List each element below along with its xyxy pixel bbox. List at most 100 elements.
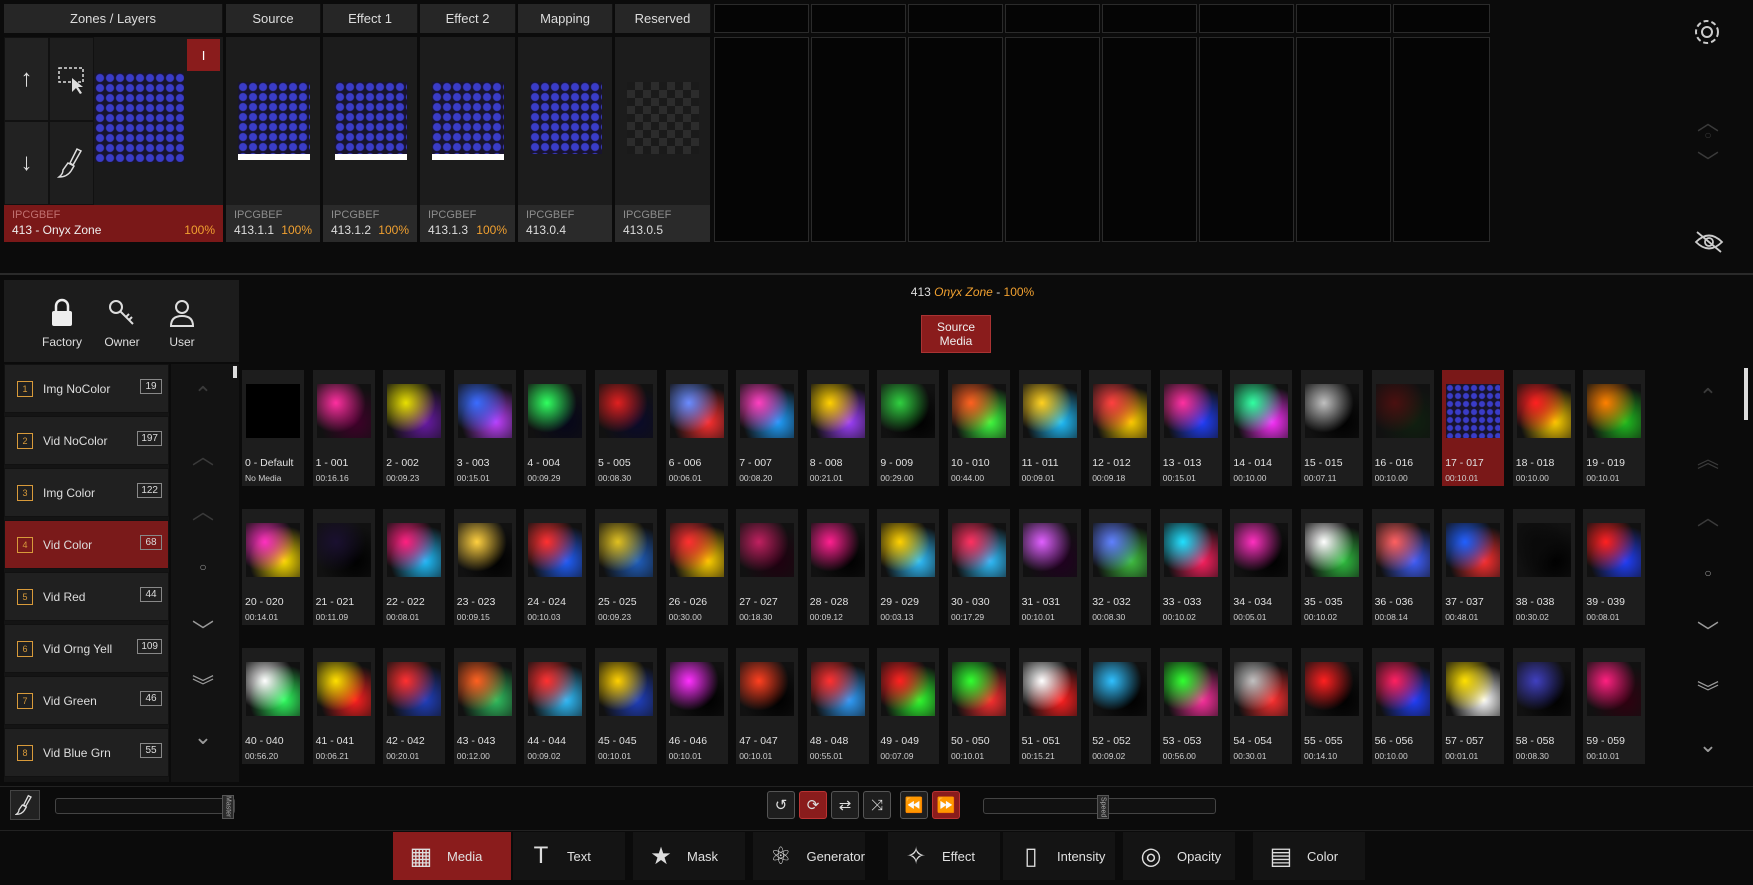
- media-tile[interactable]: 0 - Default No Media: [242, 370, 304, 486]
- layer-lane[interactable]: IPCGBEF 413.0.4: [518, 37, 613, 242]
- fast-forward-icon[interactable]: ⏩: [932, 791, 960, 819]
- media-tile[interactable]: 30 - 030 00:17.29: [948, 509, 1010, 625]
- folder-item[interactable]: 2 Vid NoColor 197: [4, 416, 169, 465]
- header-reserved[interactable]: Reserved: [615, 4, 711, 33]
- zone-footer[interactable]: IPCGBEF 413 - Onyx Zone 100%: [4, 205, 223, 242]
- media-tile[interactable]: 59 - 059 00:10.01: [1583, 648, 1646, 764]
- media-tile[interactable]: 7 - 007 00:08.20: [736, 370, 799, 486]
- media-tile[interactable]: 10 - 010 00:44.00: [948, 370, 1010, 486]
- layer-lane[interactable]: IPCGBEF 413.1.2 100%: [323, 37, 418, 242]
- media-tile[interactable]: 12 - 012 00:09.18: [1089, 370, 1152, 486]
- media-tile[interactable]: 35 - 035 00:10.02: [1301, 509, 1363, 625]
- arrow-up-icon[interactable]: ↑: [4, 37, 49, 121]
- tab-generator[interactable]: ⚛ Generator: [753, 832, 865, 880]
- layer-lane[interactable]: IPCGBEF 413.1.1 100%: [226, 37, 321, 242]
- media-tile[interactable]: 2 - 002 00:09.23: [383, 370, 446, 486]
- media-tile[interactable]: 9 - 009 00:29.00: [877, 370, 940, 486]
- brush-icon[interactable]: [49, 121, 94, 205]
- media-tile[interactable]: 50 - 050 00:10.01: [948, 648, 1010, 764]
- media-tile[interactable]: 27 - 027 00:18.30: [736, 509, 799, 625]
- media-tile[interactable]: 8 - 008 00:21.01: [806, 370, 869, 486]
- master-slider-handle[interactable]: Master: [222, 795, 234, 819]
- media-tile[interactable]: 38 - 038 00:30.02: [1512, 509, 1575, 625]
- media-tile[interactable]: 23 - 023 00:09.15: [453, 509, 516, 625]
- chevron-down-end-icon[interactable]: ⌄: [183, 724, 223, 750]
- media-tile[interactable]: 25 - 025 00:09.23: [595, 509, 657, 625]
- media-tile[interactable]: 39 - 039 00:08.01: [1583, 509, 1646, 625]
- tab-effect[interactable]: ✧ Effect: [888, 832, 1000, 880]
- media-tile[interactable]: 42 - 042 00:20.01: [383, 648, 446, 764]
- media-tile[interactable]: 54 - 054 00:30.01: [1230, 648, 1293, 764]
- media-tile[interactable]: 56 - 056 00:10.00: [1371, 648, 1434, 764]
- media-tile[interactable]: 24 - 024 00:10.03: [524, 509, 587, 625]
- media-tile[interactable]: 49 - 049 00:07.09: [877, 648, 940, 764]
- library-factory[interactable]: Factory: [32, 294, 92, 358]
- media-tile[interactable]: 43 - 043 00:12.00: [453, 648, 516, 764]
- media-tile[interactable]: 58 - 058 00:08.30: [1512, 648, 1575, 764]
- folder-item[interactable]: 4 Vid Color 68: [4, 520, 169, 569]
- media-tile[interactable]: 33 - 033 00:10.02: [1159, 509, 1222, 625]
- media-tile[interactable]: 21 - 021 00:11.09: [312, 509, 375, 625]
- source-media-button[interactable]: Source Media: [921, 315, 991, 353]
- folder-item[interactable]: 6 Vid Orng Yell 109: [4, 624, 169, 673]
- shuffle-icon[interactable]: ⤨: [863, 791, 891, 819]
- media-tile[interactable]: 18 - 018 00:10.00: [1512, 370, 1575, 486]
- media-tile[interactable]: 13 - 013 00:15.01: [1159, 370, 1222, 486]
- folder-item[interactable]: 1 Img NoColor 19: [4, 364, 169, 413]
- media-tile[interactable]: 26 - 026 00:30.00: [665, 509, 728, 625]
- media-tile[interactable]: 22 - 022 00:08.01: [383, 509, 446, 625]
- chevron-up-end-icon[interactable]: ⌃: [1688, 384, 1728, 410]
- loop-icon[interactable]: ⟳: [799, 791, 827, 819]
- media-tile[interactable]: 46 - 046 00:10.01: [665, 648, 728, 764]
- tab-opacity[interactable]: ◎ Opacity: [1123, 832, 1235, 880]
- media-tile[interactable]: 53 - 053 00:56.00: [1159, 648, 1222, 764]
- media-tile[interactable]: 40 - 040 00:56.20: [242, 648, 304, 764]
- library-user[interactable]: User: [152, 294, 212, 358]
- select-area-icon[interactable]: [49, 37, 94, 121]
- scrollbar-thumb[interactable]: [1744, 368, 1748, 420]
- media-tile[interactable]: 34 - 034 00:05.01: [1230, 509, 1293, 625]
- media-tile[interactable]: 52 - 052 00:09.02: [1089, 648, 1152, 764]
- scrollbar-thumb[interactable]: [233, 366, 237, 378]
- media-tile[interactable]: 1 - 001 00:16.16: [312, 370, 375, 486]
- media-tile[interactable]: 31 - 031 00:10.01: [1018, 509, 1081, 625]
- media-tile[interactable]: 47 - 047 00:10.01: [736, 648, 799, 764]
- media-tile[interactable]: 3 - 003 00:15.01: [453, 370, 516, 486]
- media-tile[interactable]: 19 - 019 00:10.01: [1583, 370, 1646, 486]
- media-tile[interactable]: 55 - 055 00:14.10: [1301, 648, 1363, 764]
- media-tile[interactable]: 14 - 014 00:10.00: [1230, 370, 1293, 486]
- library-owner[interactable]: Owner: [92, 294, 152, 358]
- tab-color[interactable]: ▤ Color: [1253, 832, 1365, 880]
- rewind-icon[interactable]: ⏪: [900, 791, 928, 819]
- tab-mask[interactable]: ★ Mask: [633, 832, 745, 880]
- media-tile[interactable]: 36 - 036 00:08.14: [1371, 509, 1434, 625]
- repeat-icon[interactable]: ⇄: [831, 791, 859, 819]
- chevron-down-icon[interactable]: ﹀: [183, 614, 223, 646]
- media-tile[interactable]: 44 - 044 00:09.02: [524, 648, 587, 764]
- media-tile[interactable]: 48 - 048 00:55.01: [806, 648, 869, 764]
- media-tile[interactable]: 29 - 029 00:03.13: [877, 509, 940, 625]
- chevron-down-icon[interactable]: ﹀: [1688, 615, 1728, 647]
- chevron-up-double-icon[interactable]: ⌃: [183, 382, 223, 408]
- media-tile[interactable]: 41 - 041 00:06.21: [312, 648, 375, 764]
- media-tile[interactable]: 11 - 011 00:09.01: [1018, 370, 1081, 486]
- layer-lane[interactable]: IPCGBEF 413.1.3 100%: [420, 37, 516, 242]
- chevron-up-icon[interactable]: ︿: [1688, 500, 1728, 532]
- media-tile[interactable]: 16 - 016 00:10.00: [1371, 370, 1434, 486]
- media-tile[interactable]: 15 - 015 00:07.11: [1301, 370, 1363, 486]
- folder-item[interactable]: 3 Img Color 122: [4, 468, 169, 517]
- media-tile[interactable]: 37 - 037 00:48.01: [1442, 509, 1505, 625]
- chevron-up-double-icon[interactable]: ︽: [1688, 442, 1728, 474]
- brush-icon[interactable]: [10, 790, 40, 820]
- media-tile[interactable]: 51 - 051 00:15.21: [1018, 648, 1081, 764]
- restart-icon[interactable]: ↺: [767, 791, 795, 819]
- eye-slash-icon[interactable]: [1693, 230, 1725, 254]
- tab-intensity[interactable]: ▯ Intensity: [1003, 832, 1115, 880]
- folder-item[interactable]: 8 Vid Blue Grn 55: [4, 728, 169, 777]
- chevron-up-icon[interactable]: ︿: [183, 494, 223, 526]
- header-mapping[interactable]: Mapping: [518, 4, 613, 33]
- media-tile[interactable]: 4 - 004 00:09.29: [524, 370, 587, 486]
- folder-item[interactable]: 7 Vid Green 46: [4, 676, 169, 725]
- gear-icon[interactable]: [1690, 15, 1725, 50]
- media-tile[interactable]: 57 - 057 00:01.01: [1442, 648, 1505, 764]
